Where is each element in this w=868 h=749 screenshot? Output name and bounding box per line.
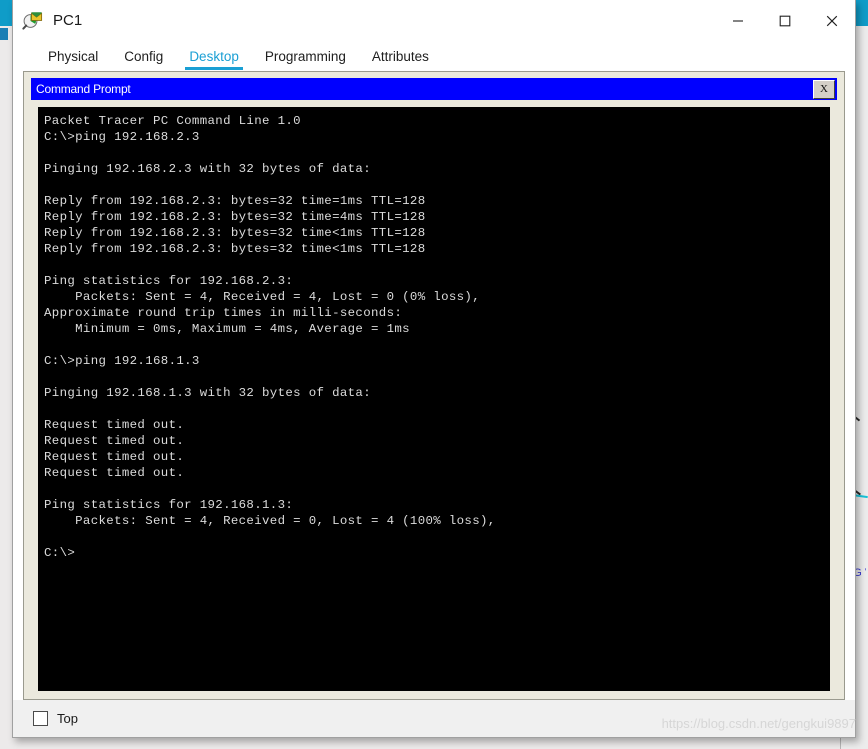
close-button[interactable]: [808, 0, 855, 41]
command-prompt-window: Command Prompt X Packet Tracer PC Comman…: [31, 78, 837, 691]
pc1-window: PC1 Physical Config Desktop Programming …: [12, 0, 856, 738]
command-prompt-close-button[interactable]: X: [813, 79, 835, 99]
tab-programming[interactable]: Programming: [252, 49, 359, 71]
command-prompt-titlebar: Command Prompt X: [31, 78, 837, 100]
background-toolbar-strip: [0, 28, 8, 40]
device-tabbar: Physical Config Desktop Programming Attr…: [13, 41, 855, 71]
command-prompt-title: Command Prompt: [36, 82, 131, 96]
tab-attributes[interactable]: Attributes: [359, 49, 442, 71]
desktop-content-pane: Command Prompt X Packet Tracer PC Comman…: [23, 71, 845, 700]
window-controls: [714, 0, 855, 41]
maximize-button[interactable]: [761, 0, 808, 41]
window-title: PC1: [53, 12, 83, 29]
minimize-button[interactable]: [714, 0, 761, 41]
minimize-icon: [732, 19, 743, 22]
window-titlebar: PC1: [13, 0, 855, 41]
tab-desktop[interactable]: Desktop: [176, 49, 252, 71]
packet-tracer-inspect-icon: [22, 10, 44, 32]
tab-config[interactable]: Config: [111, 49, 176, 71]
top-checkbox[interactable]: [33, 711, 48, 726]
window-footer: Top: [13, 700, 855, 737]
close-icon: [826, 15, 837, 26]
maximize-icon: [779, 15, 790, 26]
terminal-output[interactable]: Packet Tracer PC Command Line 1.0 C:\>pi…: [38, 107, 830, 691]
top-checkbox-label: Top: [57, 711, 78, 726]
tab-physical[interactable]: Physical: [35, 49, 111, 71]
command-prompt-body: Packet Tracer PC Command Line 1.0 C:\>pi…: [31, 100, 837, 691]
